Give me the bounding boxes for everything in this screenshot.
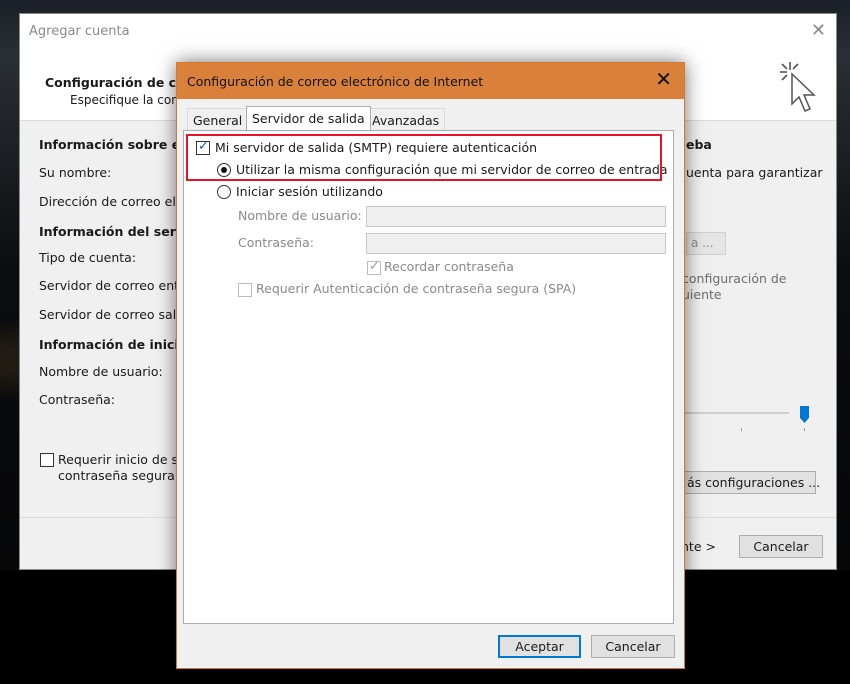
cancel-button-bg[interactable]: Cancelar	[739, 535, 823, 558]
config-text-2: uiente	[682, 287, 722, 302]
ok-button[interactable]: Aceptar	[498, 635, 581, 658]
spa-checkbox[interactable]	[238, 283, 252, 297]
check-icon: ✓	[369, 259, 380, 274]
password-field[interactable]	[366, 233, 666, 254]
test-settings-heading: eba	[686, 137, 712, 152]
smtp-auth-checkbox[interactable]: ✓	[196, 139, 210, 155]
require-secure-login-label-2: contraseña segura (	[58, 468, 184, 483]
smtp-auth-label: Mi servidor de salida (SMTP) requiere au…	[215, 140, 538, 155]
slider-tick	[741, 428, 742, 431]
dialog-titlebar: Configuración de correo electrónico de I…	[177, 63, 684, 99]
check-icon: ✓	[198, 139, 209, 154]
require-secure-login-checkbox[interactable]	[40, 453, 54, 467]
tab-general[interactable]: General	[187, 108, 249, 130]
config-text-1: configuración de	[682, 271, 787, 286]
cancel-button[interactable]: Cancelar	[591, 635, 675, 658]
test-settings-text: uenta para garantizar	[686, 165, 823, 180]
internet-email-settings-dialog: Configuración de correo electrónico de I…	[176, 62, 685, 669]
remember-password-checkbox[interactable]: ✓	[367, 259, 381, 275]
outgoing-server-label: Servidor de correo salie	[39, 307, 188, 322]
use-same-settings-label: Utilizar la misma configuración que mi s…	[236, 162, 668, 177]
radio-dot-icon	[221, 167, 227, 173]
email-label: Dirección de correo ele	[39, 194, 184, 209]
remember-password-label: Recordar contraseña	[384, 259, 514, 274]
dialog-username-label: Nombre de usuario:	[238, 208, 362, 223]
more-settings-button[interactable]: ás configuraciones ...	[680, 471, 820, 494]
tab-outgoing-server[interactable]: Servidor de salida	[246, 106, 371, 130]
outgoing-server-panel: ✓ Mi servidor de salida (SMTP) requiere …	[183, 130, 674, 624]
test-account-button[interactable]: a ...	[686, 232, 726, 255]
section-user-info: Información sobre el u	[39, 137, 198, 152]
header-title: Configuración de cue	[45, 75, 194, 90]
your-name-label: Su nombre:	[39, 165, 112, 180]
tab-advanced[interactable]: Avanzadas	[366, 108, 446, 130]
dialog-title: Configuración de correo electrónico de I…	[187, 74, 484, 89]
username-label: Nombre de usuario:	[39, 364, 163, 379]
header-subtitle: Especifique la confi	[70, 93, 187, 107]
use-same-settings-radio[interactable]	[217, 163, 231, 177]
close-icon[interactable]: ✕	[655, 69, 672, 89]
account-type-label: Tipo de cuenta:	[39, 250, 137, 265]
slider-tick	[804, 428, 805, 431]
password-label: Contraseña:	[39, 392, 115, 407]
login-using-radio[interactable]	[217, 185, 231, 199]
next-button[interactable]: nte >	[680, 535, 725, 558]
cursor-sparkle-icon	[780, 62, 816, 112]
require-secure-login-label-1: Requerir inicio de se	[58, 452, 186, 467]
incoming-server-label: Servidor de correo entr	[39, 278, 185, 293]
spa-label: Requerir Autenticación de contraseña seg…	[256, 281, 577, 296]
close-icon[interactable]: ✕	[811, 20, 826, 41]
login-using-label: Iniciar sesión utilizando	[236, 184, 383, 199]
window-title: Agregar cuenta	[29, 24, 130, 39]
dialog-password-label: Contraseña:	[238, 235, 314, 250]
username-field[interactable]	[366, 206, 666, 227]
